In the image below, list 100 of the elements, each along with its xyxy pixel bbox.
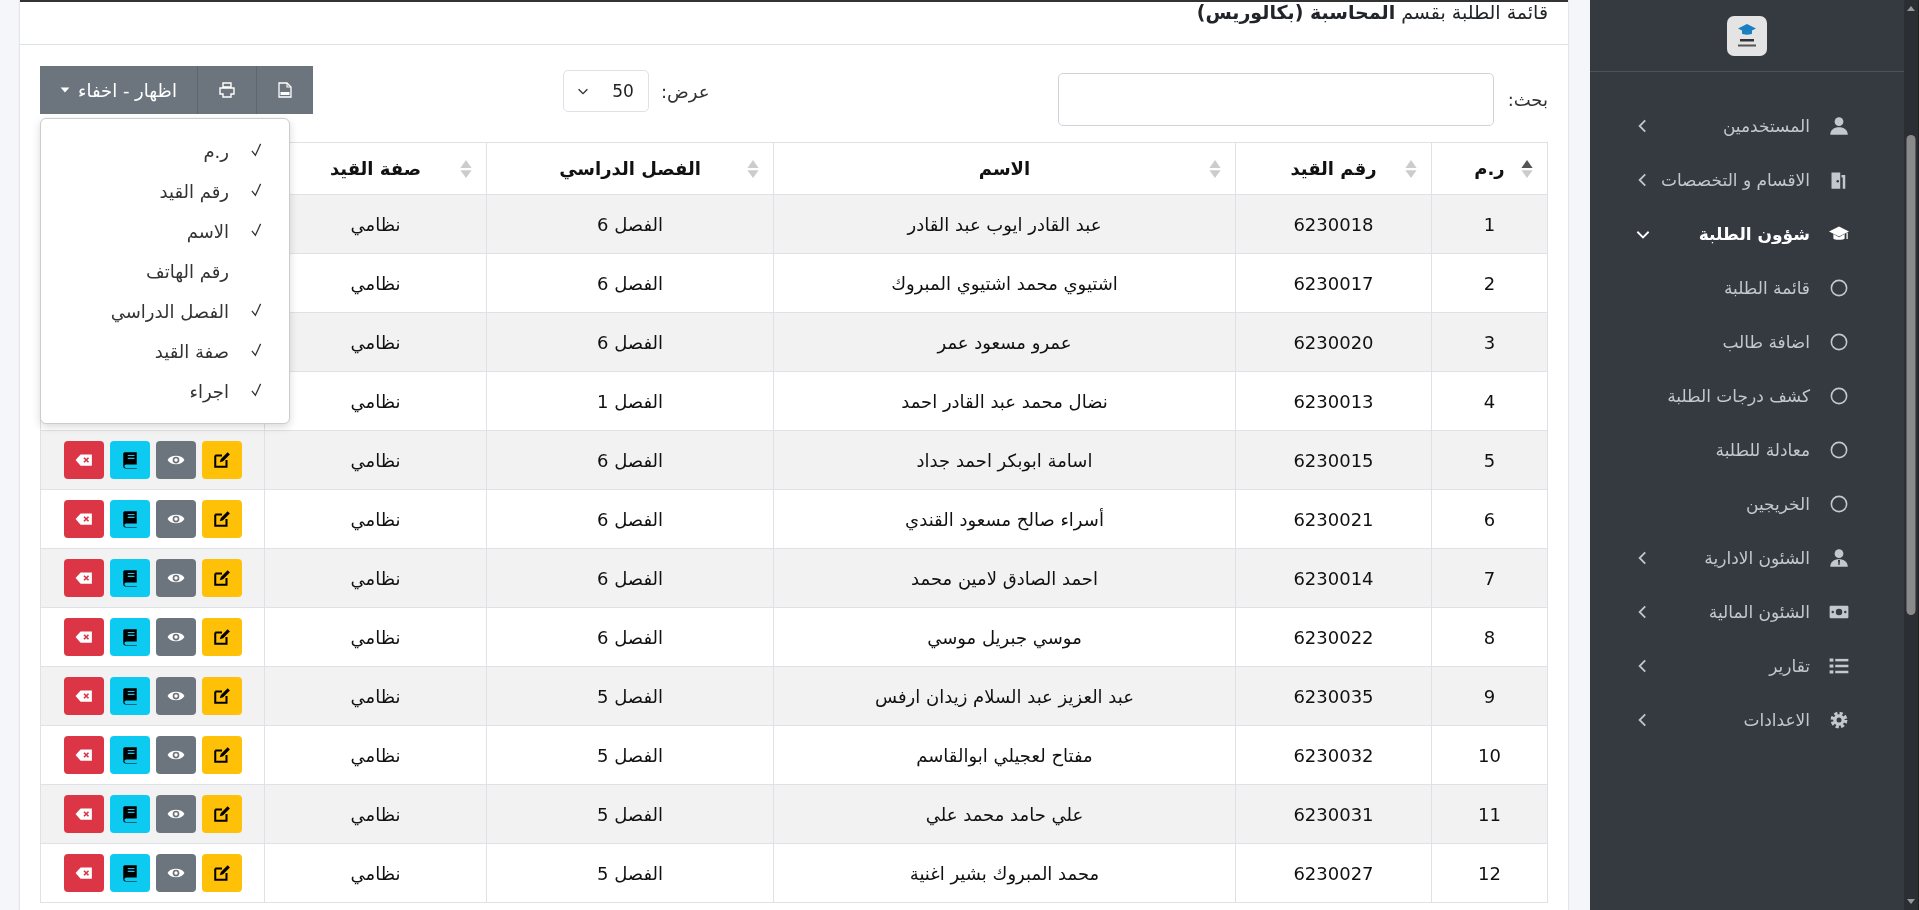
logo-icon[interactable]: [1727, 15, 1767, 56]
table-cell: 6230013: [1235, 371, 1432, 431]
grades-button[interactable]: [109, 795, 150, 833]
edit-button[interactable]: [201, 618, 242, 656]
search-field[interactable]: [1057, 73, 1494, 126]
table-cell: الفصل 6: [486, 312, 774, 372]
sidebar-item[interactable]: الاعدادات: [1590, 693, 1904, 747]
page-length-select[interactable]: 50: [562, 70, 649, 112]
view-button[interactable]: [155, 441, 196, 479]
sidebar-item[interactable]: الشئون المالية: [1590, 585, 1904, 639]
sidebar-subitem[interactable]: قائمة الطلبة: [1590, 261, 1904, 315]
gear-icon: [1829, 710, 1849, 730]
table-cell: الفصل 5: [486, 843, 774, 903]
sidebar-subitem[interactable]: الخريجين: [1590, 477, 1904, 531]
sidebar-item[interactable]: الشئون الادارية: [1590, 531, 1904, 585]
edit-button[interactable]: [201, 736, 242, 774]
table-cell: 11: [1431, 784, 1548, 844]
view-button[interactable]: [155, 500, 196, 538]
table-cell: نضال محمد عبد القادر احمد: [773, 371, 1236, 431]
edit-icon: [212, 451, 231, 469]
grades-button[interactable]: [109, 441, 150, 479]
delete-button[interactable]: [63, 559, 104, 597]
column-header[interactable]: الفصل الدراسي: [486, 142, 774, 195]
table-cell: 8: [1431, 607, 1548, 667]
table-cell: 10: [1431, 725, 1548, 785]
view-button[interactable]: [155, 736, 196, 774]
table-cell: 12: [1431, 843, 1548, 903]
table-cell: الفصل 6: [486, 194, 774, 254]
view-button[interactable]: [155, 677, 196, 715]
edit-button[interactable]: [201, 854, 242, 892]
edit-button[interactable]: [201, 441, 242, 479]
sidebar-item[interactable]: شؤون الطلبة: [1590, 207, 1904, 261]
table-cell: الفصل 5: [486, 666, 774, 726]
edit-icon: [212, 628, 231, 646]
column-header[interactable]: رقم القيد: [1235, 142, 1432, 195]
backspace-icon: [74, 864, 93, 882]
table-cell: 6230027: [1235, 843, 1432, 903]
backspace-icon: [74, 628, 93, 646]
edit-button[interactable]: [201, 500, 242, 538]
table-cell: الفصل 6: [486, 253, 774, 313]
grades-button[interactable]: [109, 618, 150, 656]
edit-button[interactable]: [201, 795, 242, 833]
circle-icon: [1830, 279, 1848, 297]
table-cell: نظامي: [264, 548, 487, 608]
book-icon: [120, 687, 139, 705]
sidebar-item[interactable]: تقارير: [1590, 639, 1904, 693]
grades-button[interactable]: [109, 736, 150, 774]
column-header[interactable]: الاسم: [773, 142, 1236, 195]
search-label: بحث:: [1507, 89, 1548, 110]
view-button[interactable]: [155, 795, 196, 833]
sidebar-subitem[interactable]: كشف درجات الطلبة: [1590, 369, 1904, 423]
view-button[interactable]: [155, 854, 196, 892]
edit-icon: [212, 864, 231, 882]
sidebar-item[interactable]: المستخدمين: [1590, 99, 1904, 153]
delete-button[interactable]: [63, 677, 104, 715]
book-icon: [120, 510, 139, 528]
circle-icon: [1830, 441, 1848, 459]
edit-icon: [212, 569, 231, 587]
view-button[interactable]: [155, 559, 196, 597]
delete-button[interactable]: [63, 736, 104, 774]
table-cell: 3: [1431, 312, 1548, 372]
table-cell: نظامي: [264, 784, 487, 844]
table-cell: 6230022: [1235, 607, 1432, 667]
table-cell: 6230021: [1235, 489, 1432, 549]
grades-button[interactable]: [109, 559, 150, 597]
edit-button[interactable]: [201, 559, 242, 597]
grades-button[interactable]: [109, 500, 150, 538]
table-cell: اسامة ابوبكر احمد جداد: [773, 430, 1236, 490]
table-cell: 9: [1431, 666, 1548, 726]
table-cell: الفصل 6: [486, 548, 774, 608]
table-cell: علي حامد محمد علي: [773, 784, 1236, 844]
delete-button[interactable]: [63, 500, 104, 538]
view-button[interactable]: [155, 618, 196, 656]
delete-button[interactable]: [63, 795, 104, 833]
delete-button[interactable]: [63, 441, 104, 479]
card-title: قائمة الطلبة بقسم المحاسبة (بكالوريس): [1196, 2, 1548, 22]
delete-button[interactable]: [63, 854, 104, 892]
delete-button[interactable]: [63, 618, 104, 656]
backspace-icon: [74, 746, 93, 764]
book-icon: [120, 451, 139, 469]
table-cell: 6230020: [1235, 312, 1432, 372]
sidebar-subitem[interactable]: اضافة طالب: [1590, 315, 1904, 369]
table-cell: اشتيوي محمد اشتيوي المبروك: [773, 253, 1236, 313]
backspace-icon: [74, 569, 93, 587]
sidebar-item[interactable]: الاقسام و التخصصات: [1590, 153, 1904, 207]
table-cell: الفصل 1: [486, 371, 774, 431]
sidebar-subitem[interactable]: معادلة للطلبة: [1590, 423, 1904, 477]
csv-file-icon: [276, 81, 293, 99]
column-header[interactable]: ر.م: [1431, 142, 1548, 195]
grades-button[interactable]: [109, 677, 150, 715]
table-cell: 6230032: [1235, 725, 1432, 785]
caret-down-icon: [60, 85, 70, 95]
table-cell: 6230031: [1235, 784, 1432, 844]
list-icon: [1829, 656, 1849, 676]
grades-button[interactable]: [109, 854, 150, 892]
table-cell: عبد العزيز عبد السلام زيدان ارفس: [773, 666, 1236, 726]
table-cell: مفتاح لعجيلي ابوالقاسم: [773, 725, 1236, 785]
table-cell: نظامي: [264, 725, 487, 785]
edit-button[interactable]: [201, 677, 242, 715]
table-cell: احمد الصادق لامين محمد: [773, 548, 1236, 608]
